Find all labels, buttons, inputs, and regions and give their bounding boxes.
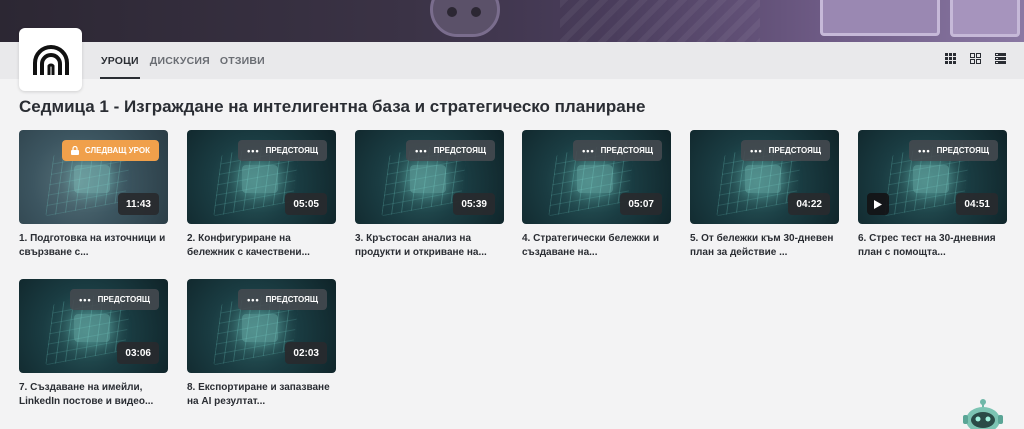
lesson-thumbnail[interactable]: ••• ПРЕДСТОЯЩ 04:51 xyxy=(858,130,1007,224)
lesson-title[interactable]: 6. Стрес тест на 30-дневния план с помощ… xyxy=(858,232,1007,260)
tab-lessons[interactable]: УРОЦИ xyxy=(100,42,140,79)
lesson-card-4[interactable]: ••• ПРЕДСТОЯЩ 05:07 4. Стратегически бел… xyxy=(522,130,671,260)
badge-label: ПРЕДСТОЯЩ xyxy=(768,146,821,155)
lesson-card-3[interactable]: ••• ПРЕДСТОЯЩ 05:39 3. Кръстосан анализ … xyxy=(355,130,504,260)
lesson-duration: 02:03 xyxy=(285,342,327,364)
thumbnail-glow xyxy=(74,165,110,193)
dots-icon: ••• xyxy=(415,145,428,156)
lesson-thumbnail[interactable]: ••• ПРЕДСТОЯЩ 02:03 xyxy=(187,279,336,373)
badge-label: ПРЕДСТОЯЩ xyxy=(433,146,486,155)
lesson-duration: 04:51 xyxy=(956,193,998,215)
lesson-thumbnail[interactable]: ••• ПРЕДСТОЯЩ 04:22 xyxy=(690,130,839,224)
dots-icon: ••• xyxy=(918,145,931,156)
section-title: Седмица 1 - Изграждане на интелигентна б… xyxy=(19,97,646,116)
thumbnail-glow xyxy=(745,165,781,193)
lesson-duration: 03:06 xyxy=(117,342,159,364)
banner-robot-illustration xyxy=(430,0,500,37)
lock-icon xyxy=(70,146,79,155)
course-banner xyxy=(0,0,1024,42)
chatbot-robot-icon[interactable] xyxy=(962,398,1004,429)
upcoming-badge: ••• ПРЕДСТОЯЩ xyxy=(406,140,495,161)
lesson-card-6[interactable]: ••• ПРЕДСТОЯЩ 04:51 6. Стрес тест на 30-… xyxy=(858,130,1007,260)
badge-label: ПРЕДСТОЯЩ xyxy=(936,146,989,155)
course-logo[interactable] xyxy=(19,28,82,91)
banner-board-illustration xyxy=(820,0,940,36)
lesson-card-2[interactable]: ••• ПРЕДСТОЯЩ 05:05 2. Конфигуриране на … xyxy=(187,130,336,260)
lesson-card-5[interactable]: ••• ПРЕДСТОЯЩ 04:22 5. От бележки към 30… xyxy=(690,130,839,260)
tab-discussion[interactable]: ДИСКУСИЯ xyxy=(150,42,210,79)
list-icon[interactable] xyxy=(995,53,1006,64)
grid-small-icon[interactable] xyxy=(945,53,956,64)
lesson-title[interactable]: 5. От бележки към 30-дневен план за дейс… xyxy=(690,232,839,260)
lesson-thumbnail[interactable]: ••• ПРЕДСТОЯЩ 05:39 xyxy=(355,130,504,224)
lesson-card-7[interactable]: ••• ПРЕДСТОЯЩ 03:06 7. Създаване на имей… xyxy=(19,279,168,409)
upcoming-badge: ••• ПРЕДСТОЯЩ xyxy=(909,140,998,161)
lesson-card-8[interactable]: ••• ПРЕДСТОЯЩ 02:03 8. Експортиране и за… xyxy=(187,279,336,409)
course-tabs: УРОЦИ ДИСКУСИЯ ОТЗИВИ xyxy=(100,42,265,79)
lesson-thumbnail[interactable]: ••• ПРЕДСТОЯЩ 05:07 xyxy=(522,130,671,224)
lesson-duration: 05:39 xyxy=(453,193,495,215)
lesson-card-1[interactable]: СЛЕДВАЩ УРОК 11:43 1. Подготовка на изто… xyxy=(19,130,168,260)
lesson-duration: 05:07 xyxy=(620,193,662,215)
dots-icon: ••• xyxy=(750,145,763,156)
lesson-thumbnail[interactable]: СЛЕДВАЩ УРОК 11:43 xyxy=(19,130,168,224)
lesson-title[interactable]: 2. Конфигуриране на бележник с качествен… xyxy=(187,232,336,260)
dots-icon: ••• xyxy=(582,145,595,156)
lesson-duration: 04:22 xyxy=(788,193,830,215)
grid-large-icon[interactable] xyxy=(970,53,981,64)
dots-icon: ••• xyxy=(247,145,260,156)
thumbnail-glow xyxy=(913,165,949,193)
upcoming-badge: ••• ПРЕДСТОЯЩ xyxy=(573,140,662,161)
tab-reviews[interactable]: ОТЗИВИ xyxy=(220,42,265,79)
play-icon xyxy=(874,199,882,209)
lesson-title[interactable]: 3. Кръстосан анализ на продукти и открив… xyxy=(355,232,504,260)
dots-icon: ••• xyxy=(79,294,92,305)
thumbnail-glow xyxy=(74,314,110,342)
upcoming-badge: ••• ПРЕДСТОЯЩ xyxy=(238,140,327,161)
banner-pattern xyxy=(560,0,760,42)
lesson-title[interactable]: 7. Създаване на имейли, LinkedIn постове… xyxy=(19,381,168,409)
banner-chart-illustration xyxy=(950,0,1020,37)
upcoming-badge: ••• ПРЕДСТОЯЩ xyxy=(238,289,327,310)
view-switcher xyxy=(945,53,1006,64)
dots-icon: ••• xyxy=(247,294,260,305)
thumbnail-glow xyxy=(242,314,278,342)
next-lesson-badge: СЛЕДВАЩ УРОК xyxy=(61,140,159,161)
arches-logo-icon xyxy=(32,44,69,75)
play-button[interactable] xyxy=(867,193,889,215)
badge-label: ПРЕДСТОЯЩ xyxy=(265,295,318,304)
thumbnail-glow xyxy=(410,165,446,193)
badge-label: ПРЕДСТОЯЩ xyxy=(600,146,653,155)
lesson-title[interactable]: 1. Подготовка на източници и свързване с… xyxy=(19,232,168,260)
thumbnail-glow xyxy=(242,165,278,193)
lesson-duration: 05:05 xyxy=(285,193,327,215)
lesson-duration: 11:43 xyxy=(117,193,159,215)
lesson-thumbnail[interactable]: ••• ПРЕДСТОЯЩ 05:05 xyxy=(187,130,336,224)
upcoming-badge: ••• ПРЕДСТОЯЩ xyxy=(70,289,159,310)
badge-label: СЛЕДВАЩ УРОК xyxy=(84,146,150,155)
lesson-title[interactable]: 8. Експортиране и запазване на AI резулт… xyxy=(187,381,336,409)
upcoming-badge: ••• ПРЕДСТОЯЩ xyxy=(741,140,830,161)
lesson-title[interactable]: 4. Стратегически бележки и създаване на.… xyxy=(522,232,671,260)
badge-label: ПРЕДСТОЯЩ xyxy=(265,146,318,155)
badge-label: ПРЕДСТОЯЩ xyxy=(97,295,150,304)
thumbnail-glow xyxy=(577,165,613,193)
lesson-thumbnail[interactable]: ••• ПРЕДСТОЯЩ 03:06 xyxy=(19,279,168,373)
